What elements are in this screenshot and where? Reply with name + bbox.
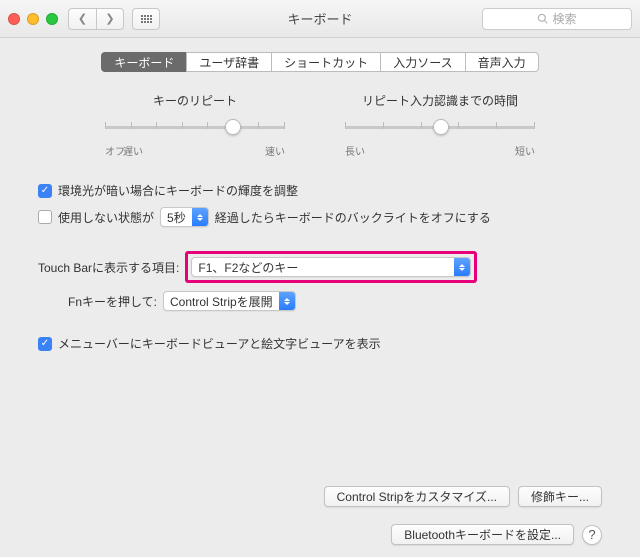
key-repeat-label: キーのリピート: [105, 92, 285, 109]
key-repeat-group: キーのリピート オフ 遅い 速い: [105, 92, 285, 158]
customize-button[interactable]: Control Stripをカスタマイズ...: [324, 486, 510, 507]
fn-row: Fnキーを押して: Control Stripを展開: [68, 291, 602, 311]
delay-slider[interactable]: [345, 117, 535, 137]
window-controls: [8, 13, 58, 25]
dim-label: 環境光が暗い場合にキーボードの輝度を調整: [58, 182, 298, 199]
delay-long-label: 長い: [345, 143, 365, 158]
fn-select[interactable]: Control Stripを展開: [163, 291, 296, 311]
idle-checkbox[interactable]: [38, 210, 52, 224]
idle-post-label: 経過したらキーボードのバックライトをオフにする: [215, 209, 491, 226]
touchbar-value: F1、F2などのキー: [192, 259, 454, 276]
fn-label: Fnキーを押して:: [68, 293, 157, 310]
key-repeat-fast-label: 速い: [265, 143, 285, 158]
close-button[interactable]: [8, 13, 20, 25]
tab-bar: キーボード ユーザ辞書 ショートカット 入力ソース 音声入力: [38, 52, 602, 72]
search-placeholder: 検索: [552, 10, 576, 27]
bluetooth-button[interactable]: Bluetoothキーボードを設定...: [391, 524, 574, 545]
search-icon: [537, 13, 548, 24]
sliders-group: キーのリピート オフ 遅い 速い リピート入力認識までの時間 長い 短い: [38, 92, 602, 158]
stepper-icon: [192, 208, 208, 226]
delay-short-label: 短い: [515, 143, 535, 158]
fn-value: Control Stripを展開: [164, 293, 279, 310]
footer-buttons: Control Stripをカスタマイズ... 修飾キー...: [324, 486, 602, 507]
idle-pre-label: 使用しない状態が: [58, 209, 154, 226]
show-all-button[interactable]: [132, 8, 160, 30]
delay-label: リピート入力認識までの時間: [345, 92, 535, 109]
highlight-box: F1、F2などのキー: [185, 251, 477, 283]
touchbar-row: Touch Barに表示する項目: F1、F2などのキー: [38, 251, 602, 283]
forward-button[interactable]: ❯: [96, 8, 124, 30]
tab-dictation[interactable]: 音声入力: [465, 52, 539, 72]
grid-icon: [141, 15, 152, 23]
viewer-checkbox[interactable]: [38, 337, 52, 351]
idle-timeout-value: 5秒: [161, 209, 192, 226]
tab-shortcuts[interactable]: ショートカット: [271, 52, 380, 72]
dim-checkbox[interactable]: [38, 184, 52, 198]
idle-row: 使用しない状態が 5秒 経過したらキーボードのバックライトをオフにする: [38, 207, 602, 227]
tab-user-dictionary[interactable]: ユーザ辞書: [186, 52, 271, 72]
help-button[interactable]: ?: [582, 525, 602, 545]
modifier-keys-button[interactable]: 修飾キー...: [518, 486, 602, 507]
idle-timeout-select[interactable]: 5秒: [160, 207, 209, 227]
delay-group: リピート入力認識までの時間 長い 短い: [345, 92, 535, 158]
touchbar-label: Touch Barに表示する項目:: [38, 259, 179, 276]
viewer-label: メニューバーにキーボードビューアと絵文字ビューアを表示: [58, 335, 381, 352]
search-field[interactable]: 検索: [482, 8, 632, 30]
footer-buttons-2: Bluetoothキーボードを設定... ?: [391, 524, 602, 545]
dim-row: 環境光が暗い場合にキーボードの輝度を調整: [38, 182, 602, 199]
back-button[interactable]: ❮: [68, 8, 96, 30]
content-area: キーボード ユーザ辞書 ショートカット 入力ソース 音声入力 キーのリピート オ…: [0, 38, 640, 370]
viewer-row: メニューバーにキーボードビューアと絵文字ビューアを表示: [38, 335, 602, 352]
key-repeat-slow-label: 遅い: [123, 143, 143, 158]
window-titlebar: ❮ ❯ キーボード 検索: [0, 0, 640, 38]
nav-buttons: ❮ ❯: [68, 8, 124, 30]
zoom-button[interactable]: [46, 13, 58, 25]
key-repeat-slider[interactable]: [105, 117, 285, 137]
key-repeat-off-label: オフ: [105, 143, 125, 158]
minimize-button[interactable]: [27, 13, 39, 25]
touchbar-select[interactable]: F1、F2などのキー: [191, 257, 471, 277]
tab-input-sources[interactable]: 入力ソース: [380, 52, 464, 72]
tab-keyboard[interactable]: キーボード: [101, 52, 186, 72]
stepper-icon: [454, 258, 470, 276]
stepper-icon: [279, 292, 295, 310]
